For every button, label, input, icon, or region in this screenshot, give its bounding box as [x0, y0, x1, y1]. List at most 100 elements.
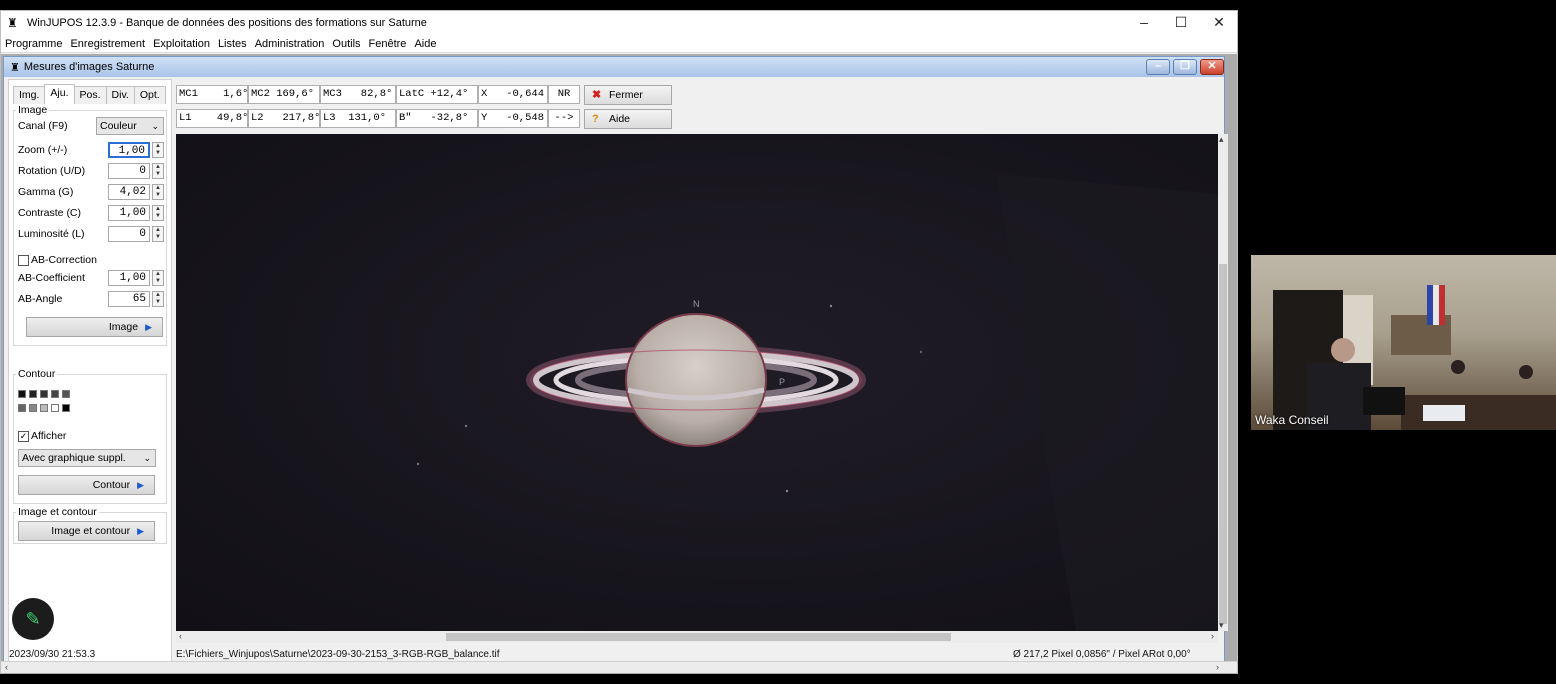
horizontal-scroll-thumb[interactable] [446, 633, 951, 641]
tab-div[interactable]: Div. [105, 86, 135, 104]
arrow-cell[interactable]: --> [548, 109, 580, 128]
scroll-left-icon[interactable]: ‹ [179, 631, 182, 641]
color-swatch[interactable] [51, 390, 59, 398]
menu-exploitation[interactable]: Exploitation [153, 38, 210, 50]
rotation-spinner[interactable]: ▲ ▼ [152, 163, 164, 179]
tab-pos[interactable]: Pos. [73, 86, 107, 104]
scroll-right-icon[interactable]: › [1211, 631, 1214, 641]
color-swatch[interactable] [40, 390, 48, 398]
l2-cell: L2 217,8° [248, 109, 320, 128]
child-title: Mesures d'images Saturne [23, 61, 155, 73]
menu-listes[interactable]: Listes [218, 38, 247, 50]
canal-label: Canal (F9) [18, 120, 68, 132]
help-button[interactable]: ? Aide [584, 109, 672, 129]
l1-cell: L1 49,8° [176, 109, 248, 128]
play-arrow-icon: ▶ [145, 322, 152, 332]
contrast-input[interactable]: 1,00 [108, 205, 150, 221]
rotation-input[interactable]: 0 [108, 163, 150, 179]
menu-programme[interactable]: Programme [5, 38, 62, 50]
participant-name: Waka Conseil [1255, 413, 1329, 427]
canal-select[interactable]: Couleur ⌄ [96, 117, 164, 135]
rotation-label: Rotation (U/D) [18, 165, 86, 177]
status-scale: Ø 217,2 Pixel 0,0856" / Pixel ARot 0,00° [1013, 649, 1191, 660]
tab-aju[interactable]: Aju. [44, 84, 75, 104]
play-arrow-icon: ▶ [137, 526, 144, 536]
image-contour-apply-button[interactable]: Image et contour ▶ [18, 521, 155, 541]
image-apply-button[interactable]: Image ▶ [26, 317, 163, 337]
afficher-checkbox[interactable]: ✓ [18, 430, 29, 442]
ab-angle-spinner[interactable]: ▲ ▼ [152, 291, 164, 307]
color-swatches [18, 389, 73, 415]
contour-mode-select[interactable]: Avec graphique suppl. ⌄ [18, 449, 156, 467]
tab-opt[interactable]: Opt. [133, 86, 166, 104]
mc3-cell: MC3 82,8° [320, 85, 396, 104]
color-swatch[interactable] [40, 404, 48, 412]
ab-coefficient-spinner[interactable]: ▲ ▼ [152, 270, 164, 286]
ab-coefficient-input[interactable]: 1,00 [108, 270, 150, 286]
video-tile: Waka Conseil [1251, 255, 1556, 430]
window-title: WinJUPOS 12.3.9 - Banque de données des … [27, 17, 427, 29]
child-window: ♜ Mesures d'images Saturne – ❐ ✕ Img. Aj… [3, 56, 1228, 672]
image-group: Image Canal (F9) Couleur ⌄ Zoom (+/-) 1,0… [13, 104, 167, 346]
ab-correction-checkbox[interactable] [18, 254, 29, 266]
jupos-icon: ♜ [10, 61, 20, 74]
status-datetime: 2023/09/30 21:53.3 [9, 649, 96, 660]
minimize-button[interactable]: – [1125, 11, 1163, 35]
zoom-spinner[interactable]: ▲ ▼ [152, 142, 164, 158]
contrast-spinner[interactable]: ▲ ▼ [152, 205, 164, 221]
menu-administration[interactable]: Administration [255, 38, 325, 50]
color-swatch[interactable] [62, 390, 70, 398]
luminosity-input[interactable]: 0 [108, 226, 150, 242]
menu-fenetre[interactable]: Fenêtre [369, 38, 407, 50]
child-restore-button[interactable]: ❐ [1173, 59, 1197, 75]
app-window: ♜ WinJUPOS 12.3.9 - Banque de données de… [0, 10, 1238, 674]
tab-img[interactable]: Img. [13, 86, 46, 104]
image-contour-group-title: Image et contour [16, 506, 99, 518]
zoom-input[interactable]: 1,00 [108, 142, 150, 158]
contour-group-title: Contour [16, 368, 58, 380]
close-window-button[interactable]: ✕ [1200, 11, 1238, 35]
contrast-label: Contraste (C) [18, 207, 82, 219]
scroll-right-icon[interactable]: › [1216, 662, 1219, 672]
ab-angle-input[interactable]: 65 [108, 291, 150, 307]
color-swatch[interactable] [62, 404, 70, 412]
color-swatch[interactable] [51, 404, 59, 412]
vertical-scroll-thumb[interactable] [1219, 264, 1227, 624]
maximize-button[interactable]: ☐ [1162, 11, 1200, 35]
vertical-scrollbar[interactable]: ▴ ▾ [1218, 134, 1228, 631]
pencil-icon[interactable]: ✎ [12, 598, 54, 640]
contour-apply-button[interactable]: Contour ▶ [18, 475, 155, 495]
main-horizontal-scrollbar[interactable]: ‹ › [1, 661, 1237, 673]
close-button[interactable]: ✖ Fermer [584, 85, 672, 105]
ab-correction-label: AB-Correction [31, 254, 97, 266]
gamma-input[interactable]: 4,02 [108, 184, 150, 200]
image-viewport[interactable]: N P [176, 134, 1218, 631]
saturn-image: N P [416, 174, 1218, 631]
luminosity-label: Luminosité (L) [18, 228, 85, 240]
video-feed [1273, 285, 1556, 430]
menu-aide[interactable]: Aide [414, 38, 436, 50]
nr-cell: NR [548, 85, 580, 104]
scroll-down-icon[interactable]: ▾ [1219, 620, 1224, 631]
scroll-up-icon[interactable]: ▴ [1219, 134, 1224, 145]
child-close-button[interactable]: ✕ [1200, 59, 1224, 75]
b-cell: B" -32,8° [396, 109, 478, 128]
horizontal-scrollbar[interactable]: ‹ › [176, 631, 1218, 643]
image-contour-group: Image et contour Image et contour ▶ [13, 506, 167, 544]
luminosity-spinner[interactable]: ▲ ▼ [152, 226, 164, 242]
color-swatch[interactable] [18, 390, 26, 398]
help-question-icon: ? [592, 113, 599, 125]
menu-enregistrement[interactable]: Enregistrement [70, 38, 145, 50]
color-swatch[interactable] [29, 404, 37, 412]
menu-outils[interactable]: Outils [332, 38, 360, 50]
contour-group: Contour ✓ Afficher Avec graphique suppl.… [13, 368, 167, 504]
color-swatch[interactable] [18, 404, 26, 412]
gamma-spinner[interactable]: ▲ ▼ [152, 184, 164, 200]
scroll-left-icon[interactable]: ‹ [5, 662, 8, 672]
play-arrow-icon: ▶ [137, 480, 144, 490]
zoom-label: Zoom (+/-) [18, 144, 68, 156]
child-minimize-button[interactable]: – [1146, 59, 1170, 75]
image-group-title: Image [16, 104, 50, 116]
close-x-icon: ✖ [592, 89, 602, 101]
color-swatch[interactable] [29, 390, 37, 398]
